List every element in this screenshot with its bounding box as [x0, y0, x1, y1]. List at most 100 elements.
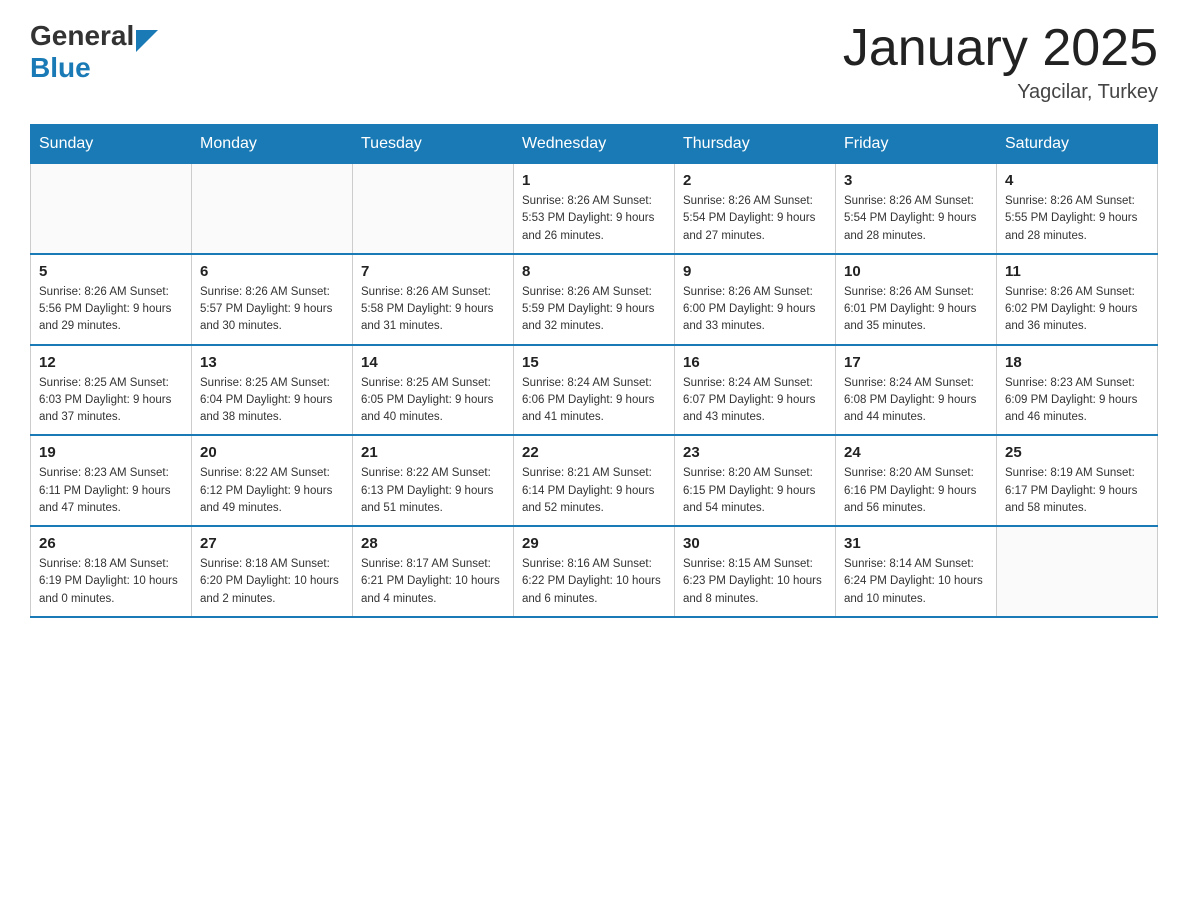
day-info: Sunrise: 8:23 AM Sunset: 6:11 PM Dayligh… [39, 465, 183, 517]
calendar-week-row: 26 Sunrise: 8:18 AM Sunset: 6:19 PM Dayli… [31, 526, 1158, 617]
day-info: Sunrise: 8:26 AM Sunset: 5:53 PM Dayligh… [522, 193, 666, 245]
day-info: Sunrise: 8:25 AM Sunset: 6:05 PM Dayligh… [361, 375, 505, 427]
day-info: Sunrise: 8:20 AM Sunset: 6:16 PM Dayligh… [844, 465, 988, 517]
day-number: 2 [683, 172, 827, 189]
day-info: Sunrise: 8:26 AM Sunset: 6:01 PM Dayligh… [844, 284, 988, 336]
calendar-table: SundayMondayTuesdayWednesdayThursdayFrid… [30, 124, 1158, 618]
logo-general-text: General [30, 20, 134, 52]
calendar-cell: 20Sunrise: 8:22 AM Sunset: 6:12 PM Dayli… [192, 435, 353, 526]
calendar-cell [353, 164, 514, 254]
calendar-cell: 8Sunrise: 8:26 AM Sunset: 5:59 PM Daylig… [514, 254, 675, 345]
day-number: 24 [844, 444, 988, 461]
day-number: 27 [200, 535, 344, 552]
calendar-cell: 23Sunrise: 8:20 AM Sunset: 6:15 PM Dayli… [675, 435, 836, 526]
calendar-cell: 3 Sunrise: 8:26 AM Sunset: 5:54 PM Daylig… [836, 164, 997, 254]
calendar-cell: 21Sunrise: 8:22 AM Sunset: 6:13 PM Dayli… [353, 435, 514, 526]
day-number: 31 [844, 535, 988, 552]
day-number: 14 [361, 354, 505, 371]
day-info: Sunrise: 8:16 AM Sunset: 6:22 PM Dayligh… [522, 556, 666, 608]
day-info: Sunrise: 8:24 AM Sunset: 6:06 PM Dayligh… [522, 375, 666, 427]
location-text: Yagcilar, Turkey [843, 81, 1158, 104]
day-info: Sunrise: 8:26 AM Sunset: 6:02 PM Dayligh… [1005, 284, 1149, 336]
calendar-cell: 31 Sunrise: 8:14 AM Sunset: 6:24 PM Dayli… [836, 526, 997, 617]
calendar-cell [192, 164, 353, 254]
day-number: 3 [844, 172, 988, 189]
logo-arrow-icon [136, 30, 158, 52]
day-number: 7 [361, 263, 505, 280]
calendar-cell: 9 Sunrise: 8:26 AM Sunset: 6:00 PM Daylig… [675, 254, 836, 345]
day-info: Sunrise: 8:26 AM Sunset: 5:54 PM Dayligh… [844, 193, 988, 245]
calendar-cell: 10Sunrise: 8:26 AM Sunset: 6:01 PM Dayli… [836, 254, 997, 345]
day-info: Sunrise: 8:25 AM Sunset: 6:03 PM Dayligh… [39, 375, 183, 427]
calendar-cell: 24 Sunrise: 8:20 AM Sunset: 6:16 PM Dayli… [836, 435, 997, 526]
calendar-header-monday: Monday [192, 125, 353, 164]
day-number: 21 [361, 444, 505, 461]
day-info: Sunrise: 8:26 AM Sunset: 6:00 PM Dayligh… [683, 284, 827, 336]
calendar-cell: 22Sunrise: 8:21 AM Sunset: 6:14 PM Dayli… [514, 435, 675, 526]
day-info: Sunrise: 8:17 AM Sunset: 6:21 PM Dayligh… [361, 556, 505, 608]
calendar-cell: 19 Sunrise: 8:23 AM Sunset: 6:11 PM Dayli… [31, 435, 192, 526]
day-number: 15 [522, 354, 666, 371]
calendar-header-row: SundayMondayTuesdayWednesdayThursdayFrid… [31, 125, 1158, 164]
day-number: 4 [1005, 172, 1149, 189]
day-info: Sunrise: 8:26 AM Sunset: 5:56 PM Dayligh… [39, 284, 183, 336]
calendar-cell: 2 Sunrise: 8:26 AM Sunset: 5:54 PM Daylig… [675, 164, 836, 254]
calendar-week-row: 12 Sunrise: 8:25 AM Sunset: 6:03 PM Dayli… [31, 345, 1158, 436]
day-info: Sunrise: 8:26 AM Sunset: 5:57 PM Dayligh… [200, 284, 344, 336]
day-info: Sunrise: 8:26 AM Sunset: 5:54 PM Dayligh… [683, 193, 827, 245]
calendar-cell: 27 Sunrise: 8:18 AM Sunset: 6:20 PM Dayli… [192, 526, 353, 617]
calendar-cell: 18 Sunrise: 8:23 AM Sunset: 6:09 PM Dayli… [997, 345, 1158, 436]
day-number: 5 [39, 263, 183, 280]
calendar-header-saturday: Saturday [997, 125, 1158, 164]
day-info: Sunrise: 8:24 AM Sunset: 6:07 PM Dayligh… [683, 375, 827, 427]
calendar-week-row: 19 Sunrise: 8:23 AM Sunset: 6:11 PM Dayli… [31, 435, 1158, 526]
page-header: General Blue January 2025 Yagcilar, Turk… [30, 20, 1158, 104]
day-info: Sunrise: 8:15 AM Sunset: 6:23 PM Dayligh… [683, 556, 827, 608]
calendar-header-wednesday: Wednesday [514, 125, 675, 164]
day-number: 12 [39, 354, 183, 371]
calendar-cell: 26 Sunrise: 8:18 AM Sunset: 6:19 PM Dayli… [31, 526, 192, 617]
calendar-cell: 29 Sunrise: 8:16 AM Sunset: 6:22 PM Dayli… [514, 526, 675, 617]
day-number: 19 [39, 444, 183, 461]
calendar-week-row: 1 Sunrise: 8:26 AM Sunset: 5:53 PM Daylig… [31, 164, 1158, 254]
day-number: 29 [522, 535, 666, 552]
day-number: 20 [200, 444, 344, 461]
calendar-header-sunday: Sunday [31, 125, 192, 164]
day-info: Sunrise: 8:18 AM Sunset: 6:20 PM Dayligh… [200, 556, 344, 608]
calendar-cell: 15 Sunrise: 8:24 AM Sunset: 6:06 PM Dayli… [514, 345, 675, 436]
day-info: Sunrise: 8:24 AM Sunset: 6:08 PM Dayligh… [844, 375, 988, 427]
calendar-cell [997, 526, 1158, 617]
calendar-cell: 16 Sunrise: 8:24 AM Sunset: 6:07 PM Dayli… [675, 345, 836, 436]
calendar-header-tuesday: Tuesday [353, 125, 514, 164]
title-section: January 2025 Yagcilar, Turkey [843, 20, 1158, 104]
day-info: Sunrise: 8:18 AM Sunset: 6:19 PM Dayligh… [39, 556, 183, 608]
day-number: 18 [1005, 354, 1149, 371]
day-number: 23 [683, 444, 827, 461]
day-number: 30 [683, 535, 827, 552]
day-number: 28 [361, 535, 505, 552]
calendar-cell: 11Sunrise: 8:26 AM Sunset: 6:02 PM Dayli… [997, 254, 1158, 345]
day-number: 9 [683, 263, 827, 280]
logo: General Blue [30, 20, 158, 84]
day-number: 26 [39, 535, 183, 552]
day-info: Sunrise: 8:26 AM Sunset: 5:59 PM Dayligh… [522, 284, 666, 336]
day-info: Sunrise: 8:26 AM Sunset: 5:55 PM Dayligh… [1005, 193, 1149, 245]
day-info: Sunrise: 8:14 AM Sunset: 6:24 PM Dayligh… [844, 556, 988, 608]
month-title: January 2025 [843, 20, 1158, 77]
day-number: 13 [200, 354, 344, 371]
logo-blue-text: Blue [30, 52, 91, 83]
day-number: 22 [522, 444, 666, 461]
day-info: Sunrise: 8:25 AM Sunset: 6:04 PM Dayligh… [200, 375, 344, 427]
calendar-cell: 5 Sunrise: 8:26 AM Sunset: 5:56 PM Daylig… [31, 254, 192, 345]
calendar-cell: 12 Sunrise: 8:25 AM Sunset: 6:03 PM Dayli… [31, 345, 192, 436]
calendar-cell [31, 164, 192, 254]
calendar-header-thursday: Thursday [675, 125, 836, 164]
calendar-header-friday: Friday [836, 125, 997, 164]
calendar-cell: 17Sunrise: 8:24 AM Sunset: 6:08 PM Dayli… [836, 345, 997, 436]
calendar-cell: 28 Sunrise: 8:17 AM Sunset: 6:21 PM Dayli… [353, 526, 514, 617]
day-info: Sunrise: 8:23 AM Sunset: 6:09 PM Dayligh… [1005, 375, 1149, 427]
calendar-cell: 1 Sunrise: 8:26 AM Sunset: 5:53 PM Daylig… [514, 164, 675, 254]
day-number: 25 [1005, 444, 1149, 461]
day-number: 1 [522, 172, 666, 189]
day-number: 16 [683, 354, 827, 371]
